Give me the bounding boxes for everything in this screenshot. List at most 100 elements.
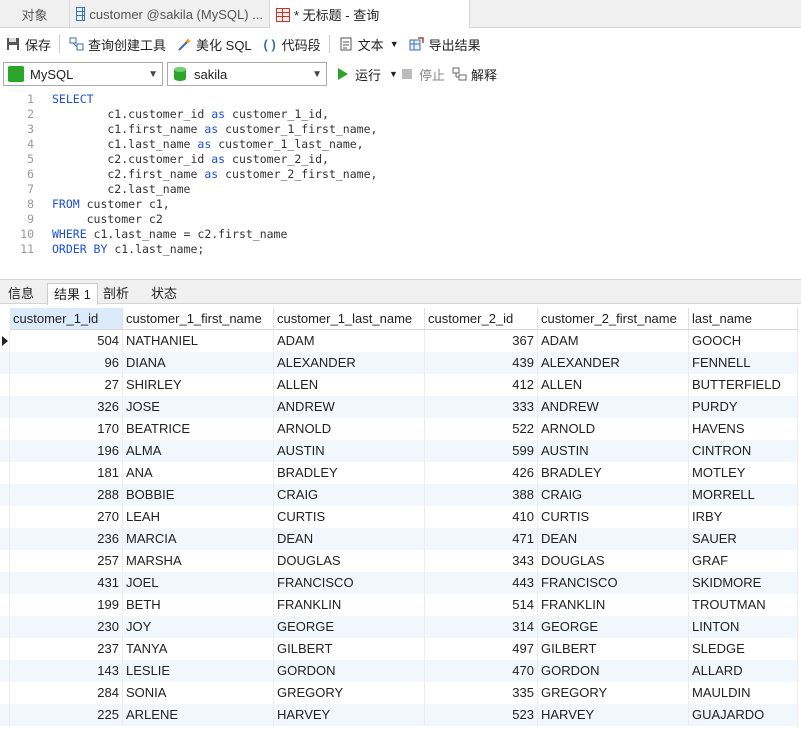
table-cell[interactable]: SONIA xyxy=(123,682,274,704)
table-cell[interactable]: LEAH xyxy=(123,506,274,528)
table-cell[interactable]: 196 xyxy=(10,440,123,462)
save-button[interactable]: 保存 xyxy=(0,32,56,56)
run-button[interactable]: 运行 ▼ xyxy=(330,62,403,86)
table-cell[interactable]: ALEXANDER xyxy=(538,352,689,374)
table-cell[interactable]: BOBBIE xyxy=(123,484,274,506)
table-cell[interactable]: CINTRON xyxy=(689,440,798,462)
table-cell[interactable]: 270 xyxy=(10,506,123,528)
table-cell[interactable]: MORRELL xyxy=(689,484,798,506)
table-cell[interactable]: 284 xyxy=(10,682,123,704)
table-cell[interactable]: 333 xyxy=(425,396,538,418)
table-cell[interactable]: 143 xyxy=(10,660,123,682)
table-row[interactable]: 237 TANYA GILBERT 497 GILBERT SLEDGE xyxy=(0,638,798,660)
table-cell[interactable]: BETH xyxy=(123,594,274,616)
table-cell[interactable]: JOEL xyxy=(123,572,274,594)
table-cell[interactable]: NATHANIEL xyxy=(123,330,274,352)
table-cell[interactable]: 388 xyxy=(425,484,538,506)
tab-customer-table[interactable]: customer @sakila (MySQL) ... xyxy=(70,0,270,28)
tab-objects[interactable]: 对象 xyxy=(0,0,70,28)
table-cell[interactable]: 225 xyxy=(10,704,123,726)
row-indicator[interactable] xyxy=(0,506,10,528)
query-builder-button[interactable]: 查询创建工具 xyxy=(63,32,171,56)
table-cell[interactable]: CURTIS xyxy=(538,506,689,528)
table-cell[interactable]: 230 xyxy=(10,616,123,638)
code-line[interactable]: 8 FROM customer c1, xyxy=(0,197,801,212)
row-indicator[interactable] xyxy=(0,550,10,572)
row-indicator[interactable] xyxy=(0,484,10,506)
database-select[interactable]: sakila ▼ xyxy=(167,62,327,86)
table-cell[interactable]: GILBERT xyxy=(274,638,425,660)
beautify-sql-button[interactable]: 美化 SQL xyxy=(171,32,257,56)
connection-select[interactable]: MySQL ▼ xyxy=(3,62,163,86)
code-line[interactable]: 2 c1.customer_id as customer_1_id, xyxy=(0,107,801,122)
table-cell[interactable]: LINTON xyxy=(689,616,798,638)
table-cell[interactable]: GORDON xyxy=(274,660,425,682)
column-header[interactable]: last_name xyxy=(689,308,798,330)
table-cell[interactable]: DEAN xyxy=(274,528,425,550)
row-indicator[interactable] xyxy=(0,638,10,660)
code-line[interactable]: 6 c2.first_name as customer_2_first_name… xyxy=(0,167,801,182)
table-cell[interactable]: SKIDMORE xyxy=(689,572,798,594)
table-cell[interactable]: GILBERT xyxy=(538,638,689,660)
table-cell[interactable]: HARVEY xyxy=(274,704,425,726)
table-row[interactable]: 143 LESLIE GORDON 470 GORDON ALLARD xyxy=(0,660,798,682)
table-cell[interactable]: 504 xyxy=(10,330,123,352)
column-header[interactable]: customer_1_first_name xyxy=(123,308,274,330)
table-cell[interactable]: MARSHA xyxy=(123,550,274,572)
table-cell[interactable]: 236 xyxy=(10,528,123,550)
table-row[interactable]: 270 LEAH CURTIS 410 CURTIS IRBY xyxy=(0,506,798,528)
table-row[interactable]: 199 BETH FRANKLIN 514 FRANKLIN TROUTMAN xyxy=(0,594,798,616)
row-indicator[interactable] xyxy=(0,704,10,726)
snippet-button[interactable]: ( ) 代码段 xyxy=(257,32,326,56)
table-cell[interactable]: BEATRICE xyxy=(123,418,274,440)
table-cell[interactable]: 410 xyxy=(425,506,538,528)
table-row[interactable]: 181 ANA BRADLEY 426 BRADLEY MOTLEY xyxy=(0,462,798,484)
stop-button[interactable]: 停止 xyxy=(394,62,450,86)
table-cell[interactable]: FRANCISCO xyxy=(538,572,689,594)
table-cell[interactable]: HARVEY xyxy=(538,704,689,726)
table-cell[interactable]: ADAM xyxy=(274,330,425,352)
table-cell[interactable]: ADAM xyxy=(538,330,689,352)
table-cell[interactable]: CURTIS xyxy=(274,506,425,528)
table-cell[interactable]: 237 xyxy=(10,638,123,660)
table-cell[interactable]: 470 xyxy=(425,660,538,682)
sql-editor[interactable]: 1 SELECT 2 c1.customer_id as customer_1_id… xyxy=(0,90,801,276)
code-line[interactable]: 3 c1.first_name as customer_1_first_name… xyxy=(0,122,801,137)
row-indicator[interactable] xyxy=(0,660,10,682)
table-cell[interactable]: 170 xyxy=(10,418,123,440)
table-cell[interactable]: ANDREW xyxy=(274,396,425,418)
row-indicator[interactable] xyxy=(0,682,10,704)
table-cell[interactable]: SLEDGE xyxy=(689,638,798,660)
table-row[interactable]: 27 SHIRLEY ALLEN 412 ALLEN BUTTERFIELD xyxy=(0,374,798,396)
table-cell[interactable]: 96 xyxy=(10,352,123,374)
table-cell[interactable]: 412 xyxy=(425,374,538,396)
tab-result-1[interactable]: 结果 1 xyxy=(47,283,98,305)
code-line[interactable]: 7 c2.last_name xyxy=(0,182,801,197)
table-cell[interactable]: ANDREW xyxy=(538,396,689,418)
table-cell[interactable]: 522 xyxy=(425,418,538,440)
table-row[interactable]: 230 JOY GEORGE 314 GEORGE LINTON xyxy=(0,616,798,638)
table-cell[interactable]: 497 xyxy=(425,638,538,660)
tab-profile[interactable]: 剖析 xyxy=(97,283,135,305)
table-cell[interactable]: ALLEN xyxy=(538,374,689,396)
table-cell[interactable]: GREGORY xyxy=(274,682,425,704)
table-row[interactable]: 257 MARSHA DOUGLAS 343 DOUGLAS GRAF xyxy=(0,550,798,572)
table-cell[interactable]: ALLARD xyxy=(689,660,798,682)
table-cell[interactable]: ALEXANDER xyxy=(274,352,425,374)
column-header[interactable]: customer_1_id xyxy=(10,308,123,330)
tab-status[interactable]: 状态 xyxy=(145,283,183,305)
tab-info[interactable]: 信息 xyxy=(2,283,40,305)
table-cell[interactable]: GUAJARDO xyxy=(689,704,798,726)
table-cell[interactable]: ARLENE xyxy=(123,704,274,726)
code-line[interactable]: 5 c2.customer_id as customer_2_id, xyxy=(0,152,801,167)
table-row[interactable]: 431 JOEL FRANCISCO 443 FRANCISCO SKIDMORE xyxy=(0,572,798,594)
table-cell[interactable]: 431 xyxy=(10,572,123,594)
table-cell[interactable]: 199 xyxy=(10,594,123,616)
column-header[interactable]: customer_1_last_name xyxy=(274,308,425,330)
table-cell[interactable]: 314 xyxy=(425,616,538,638)
table-cell[interactable]: DOUGLAS xyxy=(274,550,425,572)
table-cell[interactable]: DOUGLAS xyxy=(538,550,689,572)
table-cell[interactable]: 335 xyxy=(425,682,538,704)
table-row[interactable]: 288 BOBBIE CRAIG 388 CRAIG MORRELL xyxy=(0,484,798,506)
table-cell[interactable]: GEORGE xyxy=(538,616,689,638)
